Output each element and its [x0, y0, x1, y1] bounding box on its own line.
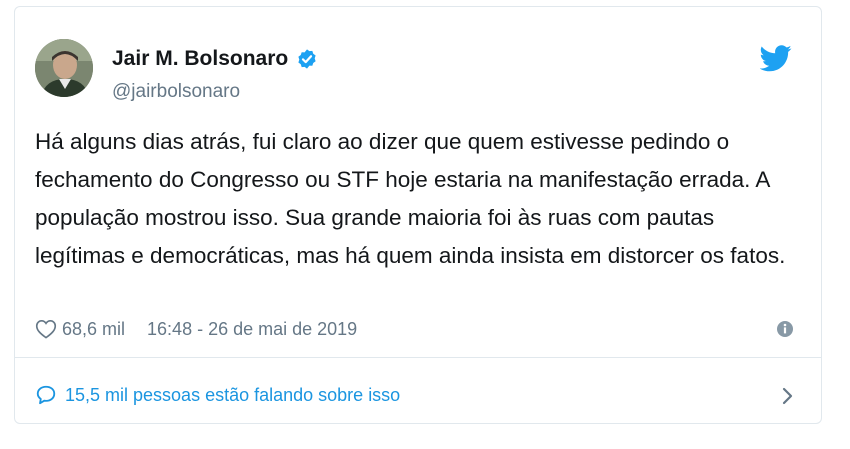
conversation-link[interactable]: 15,5 mil pessoas estão falando sobre iss…	[35, 379, 805, 411]
divider	[15, 357, 821, 358]
avatar[interactable]	[35, 39, 93, 97]
tweet-text: Há alguns dias atrás, fui claro ao dizer…	[35, 129, 786, 268]
info-icon[interactable]	[775, 319, 795, 339]
tweet-card: Jair M. Bolsonaro @jairbolsonaro Há algu…	[14, 6, 822, 424]
heart-icon[interactable]	[35, 319, 57, 339]
like-count[interactable]: 68,6 mil	[62, 319, 125, 340]
tweet-timestamp[interactable]: 16:48 - 26 de mai de 2019	[147, 319, 357, 340]
chevron-right-icon[interactable]	[777, 385, 797, 407]
twitter-bird-icon[interactable]	[759, 45, 792, 72]
verified-badge-icon	[296, 48, 318, 70]
author-handle[interactable]: @jairbolsonaro	[112, 81, 240, 103]
author-name-row[interactable]: Jair M. Bolsonaro	[112, 47, 318, 71]
tweet-meta: 68,6 mil 16:48 - 26 de mai de 2019	[35, 315, 805, 343]
speech-bubble-icon	[35, 384, 57, 406]
conversation-label[interactable]: 15,5 mil pessoas estão falando sobre iss…	[65, 385, 400, 406]
author-name[interactable]: Jair M. Bolsonaro	[112, 47, 288, 71]
